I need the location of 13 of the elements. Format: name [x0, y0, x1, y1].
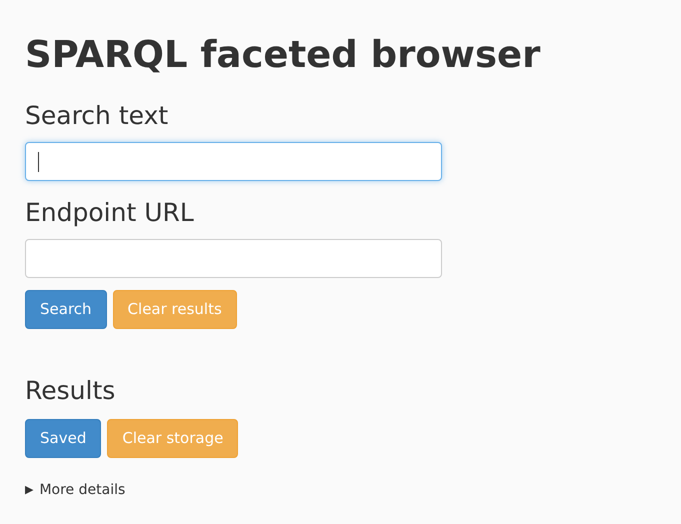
- field-label: Search text: [25, 100, 170, 132]
- primary-button[interactable]: Search: [25, 290, 107, 329]
- disclosure-icon: ▶: [25, 482, 34, 499]
- section-heading: Results: [25, 375, 116, 407]
- page-title: SPARQL faceted browser: [25, 32, 542, 78]
- warning-button[interactable]: Clear results: [112, 290, 237, 329]
- text-cursor: [38, 152, 39, 172]
- primary-button[interactable]: Saved: [25, 419, 102, 458]
- input-field[interactable]: [25, 142, 442, 181]
- warning-button[interactable]: Clear storage: [107, 419, 238, 458]
- field-label: Endpoint URL: [25, 197, 195, 229]
- input-field[interactable]: [25, 239, 442, 278]
- details-toggle[interactable]: ▶ More details: [25, 480, 126, 501]
